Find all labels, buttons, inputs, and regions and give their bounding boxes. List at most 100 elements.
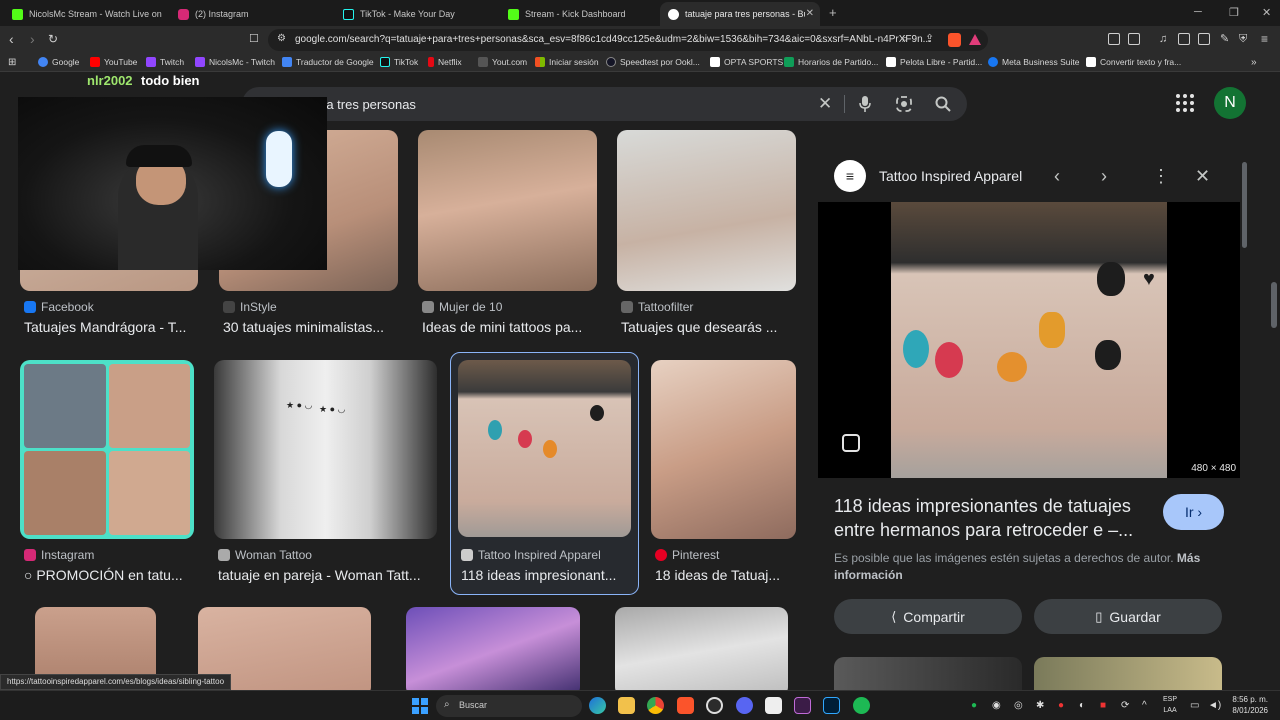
volume-icon[interactable]: ◄) [1208, 700, 1221, 711]
spotify-icon[interactable] [853, 697, 870, 714]
result-source-3[interactable]: Mujer de 10 [422, 300, 502, 314]
result-image-6[interactable]: ★ ● ◡ ★ ● ◡ [214, 360, 437, 539]
nvidia-tray-icon[interactable]: ◉ [992, 700, 1001, 711]
show-hidden-icon[interactable]: ^ [1142, 700, 1147, 711]
edge-icon[interactable] [589, 697, 606, 714]
vpn-icon[interactable]: ⛨ [1239, 32, 1247, 46]
bookmark-nicolsmc-twitch[interactable]: NicolsMc - Twitch [195, 57, 275, 67]
result-caption-3[interactable]: Ideas de mini tattoos pa... [422, 319, 594, 335]
brave-rewards-icon[interactable] [969, 34, 981, 45]
result-caption-8[interactable]: 18 ideas de Tatuaj... [655, 567, 795, 583]
reload-icon[interactable]: ↻ [48, 32, 58, 46]
preview-image[interactable]: ♥ [891, 202, 1167, 478]
brave-icon[interactable] [677, 697, 694, 714]
premiere-icon[interactable] [794, 697, 811, 714]
close-panel-icon[interactable]: ✕ [1195, 166, 1210, 187]
search-box[interactable]: ra tres personas ✕ [242, 87, 967, 121]
bookmark-horarios[interactable]: Horarios de Partido... [784, 57, 878, 67]
forward-icon[interactable]: › [30, 32, 35, 46]
related-image-1[interactable] [834, 657, 1022, 690]
capcut-icon[interactable] [765, 697, 782, 714]
close-window-icon[interactable]: ✕ [1262, 6, 1271, 19]
bookmark-translate[interactable]: Traductor de Google [282, 57, 374, 67]
result-image-8[interactable] [651, 360, 796, 539]
back-icon[interactable]: ‹ [9, 32, 14, 46]
result-caption-2[interactable]: 30 tatuajes minimalistas... [223, 319, 395, 335]
maximize-icon[interactable]: ❐ [1229, 6, 1239, 19]
result-source-1[interactable]: Facebook [24, 300, 94, 314]
bookmark-pelota-libre[interactable]: Pelota Libre - Partid... [886, 57, 982, 67]
result-image-12[interactable] [615, 607, 788, 690]
result-source-5[interactable]: Instagram [24, 548, 94, 562]
address-bar[interactable]: ⚙ google.com/search?q=tatuaje+para+tres+… [268, 29, 988, 51]
bookmark-google[interactable]: Google [38, 57, 79, 67]
panel-scroll-thumb[interactable] [1242, 162, 1247, 248]
more-bookmarks-icon[interactable]: » [1251, 57, 1257, 68]
minimize-icon[interactable]: ─ [1194, 6, 1202, 18]
tab-tiktok[interactable]: TikTok - Make Your Day [335, 2, 495, 26]
result-image-11[interactable] [406, 607, 580, 690]
taskbar-search[interactable]: ⌕ Buscar [436, 695, 582, 717]
result-image-3[interactable] [418, 130, 597, 291]
bookmark-tiktok[interactable]: TikTok [380, 57, 418, 67]
result-caption-1[interactable]: Tatuajes Mandrágora - T... [24, 319, 196, 335]
menu-icon[interactable]: ≡ [1261, 32, 1268, 46]
tray-icon[interactable]: ◎ [1014, 700, 1023, 711]
apps-icon[interactable]: ⊞ [8, 57, 16, 68]
bookmark-yout[interactable]: Yout.com [478, 57, 527, 67]
spotify-tray-icon[interactable]: ● [971, 700, 977, 711]
zoom-icon[interactable]: ⌕ [902, 32, 908, 46]
bookmark-page-icon[interactable]: ☐ [249, 32, 259, 46]
share-icon[interactable]: ⇪ [925, 32, 934, 46]
result-image-4[interactable] [617, 130, 796, 291]
record-tray-icon[interactable]: ■ [1100, 700, 1106, 711]
source-logo[interactable]: ≡ [834, 160, 866, 192]
bookmark-youtube[interactable]: YouTube [90, 57, 137, 67]
sync-tray-icon[interactable]: ⟳ [1121, 700, 1129, 711]
result-caption-5[interactable]: ○ PROMOCIÓN en tatu... [24, 567, 194, 583]
bookmark-opta[interactable]: OPTA SPORTS [710, 57, 783, 67]
result-image-5[interactable] [20, 360, 194, 539]
clear-search-icon[interactable]: ✕ [818, 94, 832, 114]
preview-title[interactable]: 118 ideas impresionantes de tatuajes ent… [834, 494, 1154, 542]
panel-scrollbar[interactable] [1240, 152, 1250, 662]
tab-kick-dashboard[interactable]: Stream - Kick Dashboard [500, 2, 655, 26]
result-caption-7[interactable]: 118 ideas impresionant... [461, 567, 631, 583]
tab-kick-stream[interactable]: NicolsMc Stream - Watch Live on Ki [4, 2, 164, 26]
lens-search-icon[interactable] [896, 96, 912, 116]
leo-icon[interactable]: ✎ [1220, 32, 1229, 46]
language-indicator[interactable]: ESP LAA [1163, 694, 1177, 716]
bluetooth-tray-icon[interactable]: ✱ [1036, 700, 1044, 711]
file-explorer-icon[interactable] [618, 697, 635, 714]
new-tab-button[interactable]: + [829, 5, 837, 20]
bookmark-speedtest[interactable]: Speedtest por Ookl... [606, 57, 700, 67]
network-icon[interactable]: ▭ [1190, 700, 1199, 711]
previous-image-icon[interactable]: ‹ [1054, 166, 1060, 187]
result-image-7[interactable] [458, 360, 631, 537]
discord-icon[interactable] [736, 697, 753, 714]
bookmark-convertir[interactable]: Convertir texto y fra... [1086, 57, 1181, 67]
taskbar-clock[interactable]: 8:56 p. m. 8/01/2026 [1226, 694, 1268, 716]
result-caption-4[interactable]: Tatuajes que desearás ... [621, 319, 793, 335]
photoshop-icon[interactable] [823, 697, 840, 714]
result-source-8[interactable]: Pinterest [655, 548, 719, 562]
panel-source-name[interactable]: Tattoo Inspired Apparel [879, 168, 1022, 184]
wallet-icon[interactable] [1198, 33, 1210, 45]
google-apps-icon[interactable] [1176, 94, 1194, 112]
site-info-icon[interactable]: ⚙ [277, 33, 286, 44]
tab-google-search[interactable]: tatuaje para tres personas - Busc ✕ [660, 2, 820, 26]
page-scroll-thumb[interactable] [1271, 282, 1277, 328]
bookmark-twitch[interactable]: Twitch [146, 57, 184, 67]
page-scrollbar[interactable] [1268, 72, 1280, 690]
related-image-2[interactable] [1034, 657, 1222, 690]
steam-tray-icon[interactable]: ◐ [1079, 700, 1085, 711]
obs-icon[interactable] [706, 697, 723, 714]
result-source-6[interactable]: Woman Tattoo [218, 548, 312, 562]
preview-image-frame[interactable]: ♥ 480 × 480 [818, 202, 1240, 478]
result-source-2[interactable]: InStyle [223, 300, 277, 314]
visit-button[interactable]: Ir › [1163, 494, 1224, 530]
bookmark-netflix[interactable]: Netflix [428, 57, 462, 67]
windows-start-icon[interactable] [412, 698, 428, 714]
more-options-icon[interactable]: ⋮ [1152, 166, 1170, 187]
result-source-4[interactable]: Tattoofilter [621, 300, 693, 314]
